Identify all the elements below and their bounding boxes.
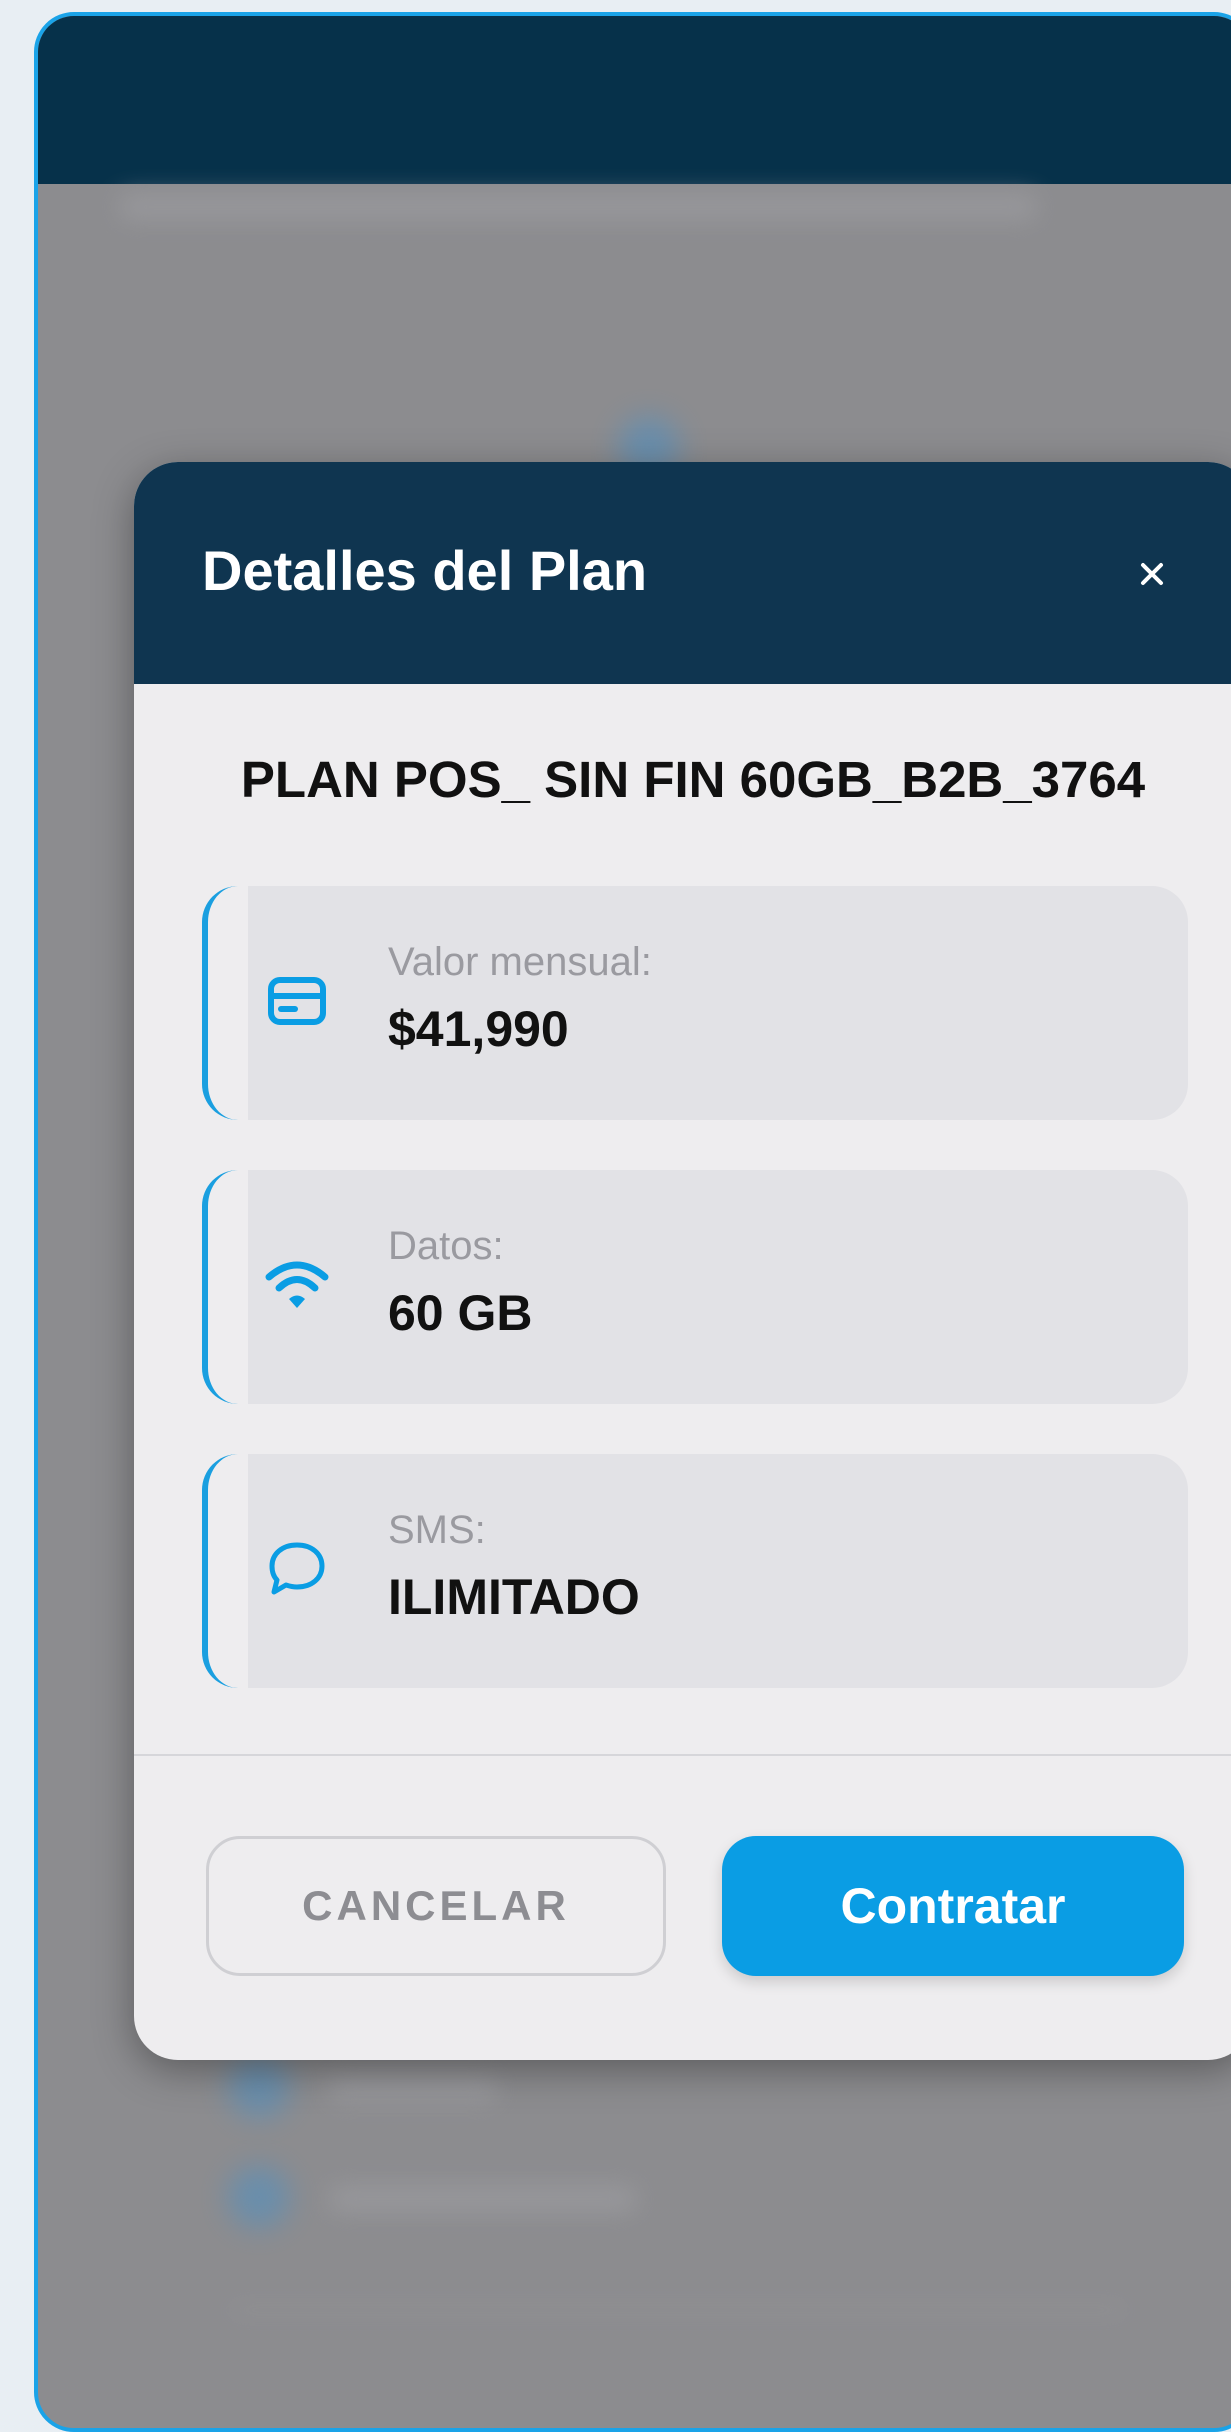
chat-bubble-icon: [262, 1534, 332, 1604]
background-blur: [328, 2076, 498, 2102]
modal-divider: [134, 1754, 1231, 1756]
app-header: [38, 16, 1231, 184]
detail-value: $41,990: [388, 1001, 569, 1057]
detail-label: SMS:: [388, 1508, 486, 1552]
background-blur: [228, 2306, 1128, 2314]
detail-card-sms: SMS: ILIMITADO: [202, 1454, 1188, 1688]
contratar-button[interactable]: Contratar: [722, 1836, 1184, 1976]
plan-details-modal: Detalles del Plan PLAN POS_ SIN FIN 60GB…: [134, 462, 1231, 2060]
background-blur: [228, 2056, 290, 2118]
credit-card-icon: [262, 966, 332, 1036]
detail-value: ILIMITADO: [388, 1569, 640, 1625]
modal-header: Detalles del Plan: [134, 462, 1231, 684]
detail-card-monthly-value: Valor mensual: $41,990: [202, 886, 1188, 1120]
detail-value: 60 GB: [388, 1285, 533, 1341]
background-blur: [118, 194, 1038, 220]
device-frame: Detalles del Plan PLAN POS_ SIN FIN 60GB…: [34, 12, 1231, 2432]
detail-card-data: Datos: 60 GB: [202, 1170, 1188, 1404]
close-icon: [1141, 563, 1163, 585]
detail-label: Valor mensual:: [388, 940, 652, 984]
detail-label: Datos:: [388, 1224, 504, 1268]
close-button[interactable]: [1122, 544, 1182, 604]
wifi-icon: [262, 1250, 332, 1320]
background-blur: [228, 2166, 290, 2228]
plan-name: PLAN POS_ SIN FIN 60GB_B2B_3764: [240, 751, 1146, 808]
modal-title: Detalles del Plan: [202, 539, 648, 602]
cancel-button[interactable]: CANCELAR: [206, 1836, 666, 1976]
background-blur: [328, 2186, 638, 2212]
